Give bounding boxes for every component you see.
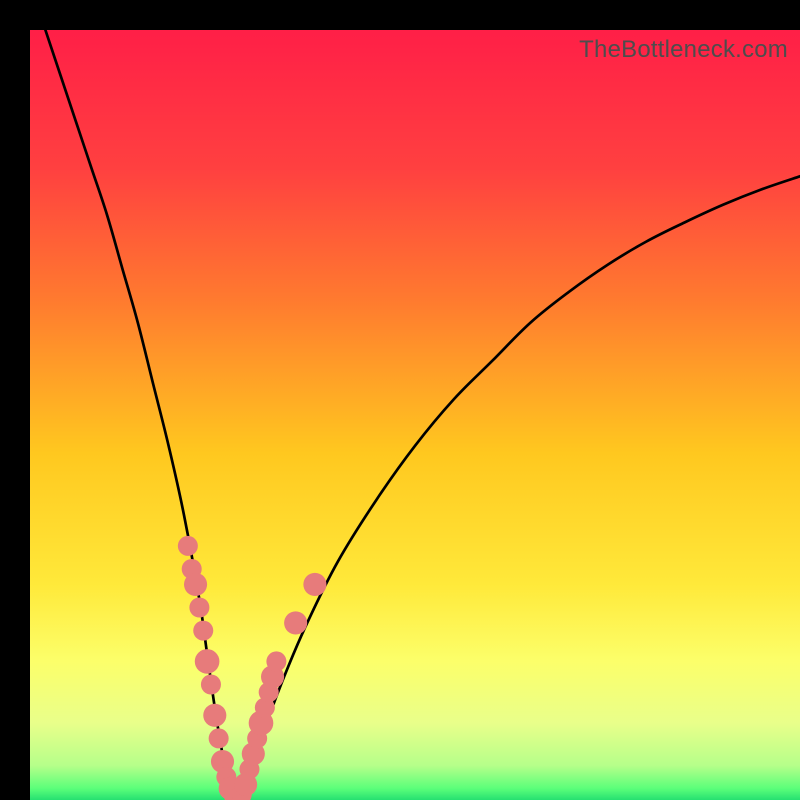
plot-area: TheBottleneck.com [30, 30, 800, 800]
chart-frame: TheBottleneck.com [0, 0, 800, 800]
marker-point [203, 704, 226, 727]
marker-point [195, 649, 220, 674]
marker-point [193, 621, 213, 641]
marker-point [209, 728, 229, 748]
marker-point [178, 536, 198, 556]
marker-point [303, 573, 326, 596]
bottleneck-curve [45, 30, 800, 800]
marker-point [189, 597, 209, 617]
marker-point [266, 651, 286, 671]
highlight-markers [178, 536, 327, 800]
marker-point [184, 573, 207, 596]
marker-point [201, 674, 221, 694]
marker-point [284, 611, 307, 634]
curve-layer [30, 30, 800, 800]
